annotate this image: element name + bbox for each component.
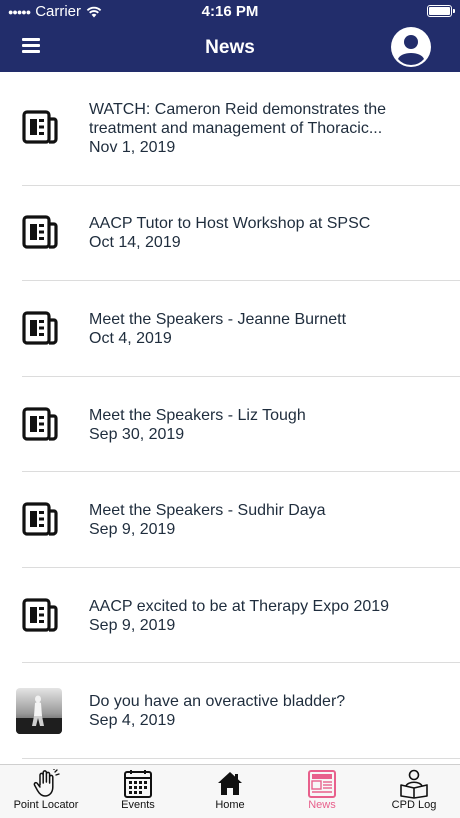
news-title: Meet the Speakers - Liz Tough (89, 407, 306, 424)
battery-icon (427, 5, 455, 17)
newspaper-icon (22, 215, 58, 249)
app-header: ●●●●● Carrier 4:16 PM News (0, 0, 460, 72)
tab-label: Home (215, 799, 245, 811)
calendar-icon (124, 770, 152, 798)
news-date: Sep 4, 2019 (89, 712, 176, 729)
news-date: Sep 9, 2019 (89, 521, 176, 538)
news-title: Meet the Speakers - Sudhir Daya (89, 502, 326, 519)
news-photo-thumbnail (16, 688, 62, 734)
tab-label: Events (121, 799, 155, 811)
tab-news[interactable]: News (276, 765, 368, 818)
profile-avatar-icon[interactable] (390, 26, 432, 68)
status-time: 4:16 PM (201, 3, 259, 20)
news-date: Oct 14, 2019 (89, 234, 181, 251)
news-item[interactable]: Meet the Speakers - Sudhir Daya Sep 9, 2… (0, 472, 460, 568)
reader-icon (400, 769, 428, 799)
news-item[interactable]: AACP excited to be at Therapy Expo 2019 … (0, 568, 460, 663)
newspaper-icon (308, 770, 336, 798)
news-title: AACP excited to be at Therapy Expo 2019 (89, 598, 390, 615)
tab-cpd-log[interactable]: CPD Log (368, 765, 460, 818)
news-item[interactable]: Do you have an overactive bladder? Sep 4… (0, 663, 460, 759)
news-list[interactable]: WATCH: Cameron Reid demonstrates the tre… (0, 72, 460, 764)
news-title: Do you have an overactive bladder? (89, 693, 346, 710)
news-date: Nov 1, 2019 (89, 139, 176, 156)
news-date: Sep 30, 2019 (89, 426, 185, 443)
news-item[interactable]: Meet the Speakers - Jeanne Burnett Oct 4… (0, 281, 460, 377)
newspaper-icon (22, 311, 58, 345)
tab-label: News (308, 799, 336, 811)
news-date: Oct 4, 2019 (89, 330, 172, 347)
divider (22, 758, 460, 759)
newspaper-icon (22, 502, 58, 536)
news-item[interactable]: AACP Tutor to Host Workshop at SPSC Oct … (0, 186, 460, 281)
news-title: WATCH: Cameron Reid demonstrates the tre… (89, 101, 386, 137)
home-icon (218, 772, 242, 795)
tab-label: Point Locator (13, 799, 79, 811)
hand-icon (33, 769, 60, 797)
tab-point-locator[interactable]: Point Locator (0, 765, 92, 818)
tab-home[interactable]: Home (184, 765, 276, 818)
news-title: AACP Tutor to Host Workshop at SPSC (89, 215, 371, 232)
news-item[interactable]: WATCH: Cameron Reid demonstrates the tre… (0, 72, 460, 186)
news-date: Sep 9, 2019 (89, 617, 176, 634)
newspaper-icon (22, 598, 58, 632)
newspaper-icon (22, 407, 58, 441)
status-bar: ●●●●● Carrier 4:16 PM (0, 0, 460, 24)
news-title: Meet the Speakers - Jeanne Burnett (89, 311, 347, 328)
tab-events[interactable]: Events (92, 765, 184, 818)
tab-bar: Point Locator Events Home News CPD Log (0, 764, 460, 818)
newspaper-icon (22, 110, 58, 144)
news-item[interactable]: Meet the Speakers - Liz Tough Sep 30, 20… (0, 377, 460, 472)
tab-label: CPD Log (391, 799, 437, 811)
